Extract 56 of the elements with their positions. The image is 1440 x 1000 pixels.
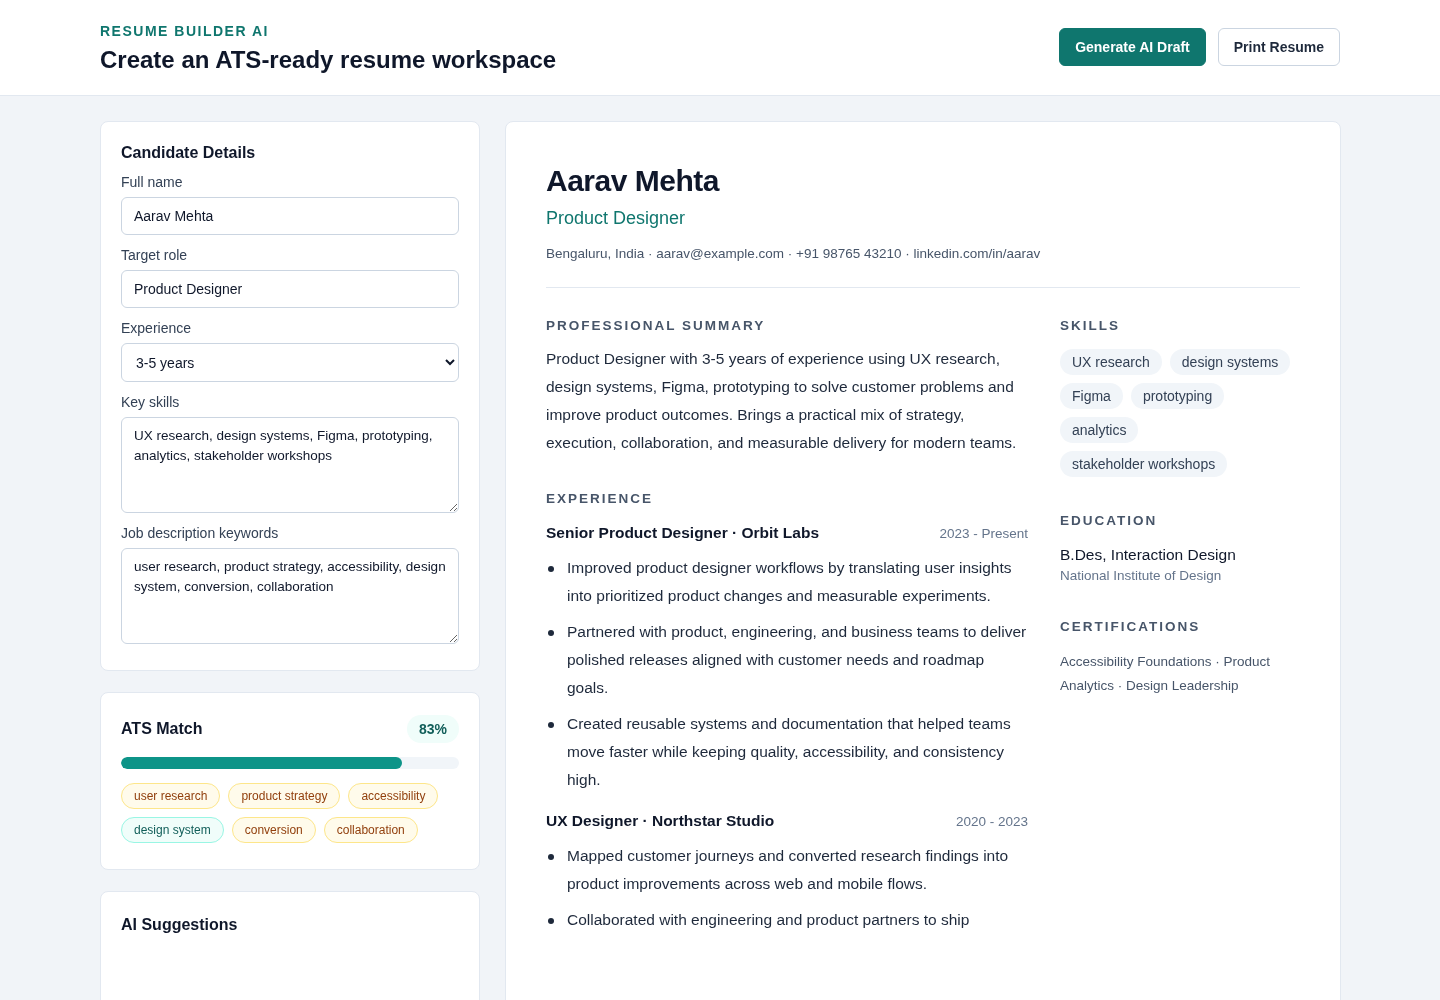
bullet-icon bbox=[548, 630, 554, 636]
skill-tag: design systems bbox=[1169, 349, 1291, 375]
keyword-tag: design system bbox=[121, 817, 224, 843]
candidate-name: Aarav Mehta bbox=[546, 164, 721, 198]
text-area[interactable]: UX research, design systems, Figma, prototyping, analytics, stakeholder workshops bbox=[121, 417, 459, 513]
text-field[interactable]: Product Designer bbox=[121, 270, 459, 308]
experience-select[interactable]: 3-5 years bbox=[121, 343, 459, 382]
degree-title: B.Des, Interaction Design bbox=[1060, 546, 1237, 564]
section-heading: PROFESSIONAL SUMMARY bbox=[546, 318, 767, 333]
page-title: Create an ATS-ready resume workspace bbox=[100, 46, 557, 74]
school-name: National Institute of Design bbox=[1060, 568, 1223, 583]
field-label: Job description keywords bbox=[121, 525, 280, 541]
job-title: Senior Product Designer · Orbit Labs bbox=[546, 524, 819, 542]
job-dates: 2020 - 2023 bbox=[955, 814, 1028, 829]
section-heading: EDUCATION bbox=[1060, 513, 1159, 528]
bullet-icon bbox=[548, 918, 554, 924]
section-heading: CERTIFICATIONS bbox=[1060, 619, 1202, 634]
field-label: Target role bbox=[121, 247, 189, 263]
text-area[interactable]: user research, product strategy, accessibility, design system, conversion, collaboration bbox=[121, 548, 459, 644]
skill-tag: UX research bbox=[1060, 349, 1162, 375]
text-field[interactable]: Aarav Mehta bbox=[121, 197, 459, 235]
skill-tag: stakeholder workshops bbox=[1060, 451, 1228, 477]
bullet-icon bbox=[548, 854, 554, 860]
app-eyebrow: RESUME BUILDER AI bbox=[100, 23, 270, 39]
skill-tag: prototyping bbox=[1130, 383, 1225, 409]
skill-tag: Figma bbox=[1060, 383, 1123, 409]
job-bullet: Collaborated with engineering and product partners to ship bbox=[567, 910, 970, 930]
contact-line: Bengaluru, India · aarav@example.com · +91 98765 43210 · linkedin.com/in/aarav bbox=[546, 246, 1042, 261]
field-label: Full name bbox=[121, 174, 184, 190]
card-title: AI Suggestions bbox=[121, 916, 239, 934]
keyword-tag: product strategy bbox=[228, 783, 341, 809]
field-label: Experience bbox=[121, 320, 193, 336]
generate-button[interactable]: Generate AI Draft bbox=[1059, 27, 1206, 66]
card-title: ATS Match bbox=[121, 720, 203, 738]
job-bullet: Partnered with product, engineering, and business teams to deliver polished releases aligned with customer needs and roadmap goals. bbox=[567, 622, 1028, 698]
bullet-icon bbox=[548, 566, 554, 572]
job-bullet: Created reusable systems and documentation that helped teams move faster while keeping quality, accessibility, and consistency high. bbox=[567, 714, 1012, 790]
score-badge: 83% bbox=[406, 715, 459, 743]
certifications-text: Accessibility Foundations · Product Analytics · Design Leadership bbox=[1060, 653, 1272, 695]
keyword-tag: user research bbox=[121, 783, 221, 809]
card-title: Candidate Details bbox=[121, 144, 257, 162]
keyword-tag: collaboration bbox=[323, 817, 418, 843]
skill-tag: analytics bbox=[1060, 417, 1139, 443]
job-bullet: Mapped customer journeys and converted research findings into product improvements across web and mobile flows. bbox=[567, 846, 1010, 894]
print-button[interactable]: Print Resume bbox=[1217, 27, 1340, 66]
summary-text: Product Designer with 3-5 years of experience using UX research, design systems, Figma, prototyping to solve customer problems and improve product outcomes. Brings a practical mix of strategy, execution, collaboration, and measurable delivery for modern teams. bbox=[546, 349, 1018, 453]
job-bullet: Improved product designer workflows by translating user insights into prioritized product changes and measurable experiments. bbox=[567, 558, 1013, 606]
job-dates: 2023 - Present bbox=[939, 526, 1028, 541]
keyword-tag: conversion bbox=[231, 817, 316, 843]
section-heading: SKILLS bbox=[1060, 318, 1121, 333]
candidate-role: Product Designer bbox=[546, 208, 687, 229]
section-heading: EXPERIENCE bbox=[546, 491, 655, 506]
bullet-icon bbox=[548, 722, 554, 728]
keyword-tag: accessibility bbox=[348, 783, 439, 809]
field-label: Key skills bbox=[121, 394, 181, 410]
job-title: UX Designer · Northstar Studio bbox=[546, 812, 775, 830]
